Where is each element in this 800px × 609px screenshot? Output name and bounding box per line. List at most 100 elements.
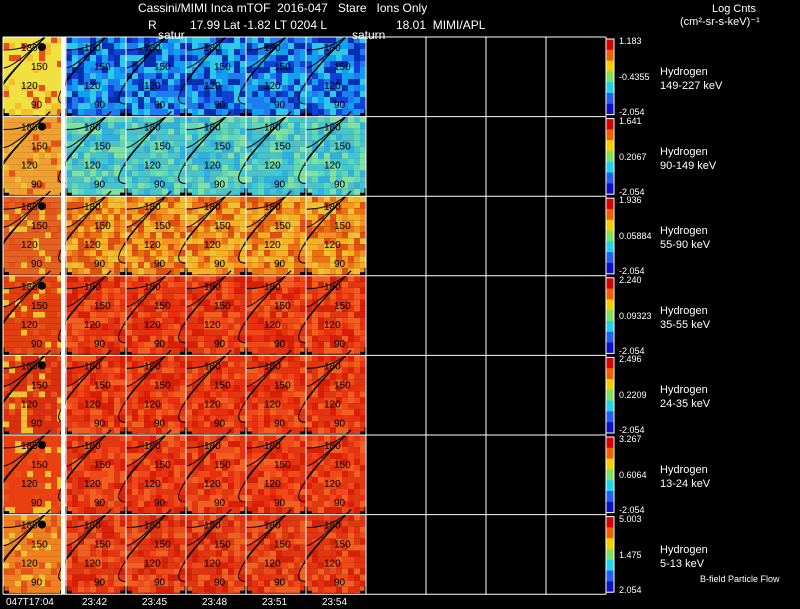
- colorbar-mid: 0.6064: [619, 470, 647, 480]
- svg-text:150: 150: [31, 221, 48, 232]
- colorbar-segment: [606, 480, 614, 492]
- svg-text:180: 180: [264, 361, 281, 372]
- saturn-marker: [38, 43, 46, 51]
- image-panel: 18015012090: [238, 509, 312, 599]
- image-panel: 18015012090: [238, 111, 312, 201]
- svg-text:180: 180: [21, 43, 38, 54]
- image-panel: 18015012090: [118, 190, 192, 280]
- colorbar-segment: [606, 140, 614, 152]
- time-tick: 23:45: [142, 597, 168, 608]
- image-panel: 18015012090: [118, 111, 192, 201]
- colorbar-segment: [606, 310, 614, 322]
- svg-text:120: 120: [84, 161, 101, 172]
- svg-text:180: 180: [21, 202, 38, 213]
- colorbar-segment: [606, 288, 614, 300]
- colorbar-segment: [606, 379, 614, 391]
- image-panel: 18015012090: [58, 111, 132, 201]
- svg-text:120: 120: [324, 81, 341, 92]
- image-panel: 18015012090: [58, 31, 132, 121]
- svg-text:120: 120: [21, 161, 38, 172]
- colorbar-segment: [606, 172, 614, 184]
- image-panel: 18015012090: [178, 111, 252, 201]
- colorbar-segment: [606, 331, 614, 344]
- colorbar-segment: [606, 422, 614, 434]
- svg-text:120: 120: [204, 240, 221, 251]
- time-tick: 23:48: [202, 597, 228, 608]
- colorbar-segment: [606, 549, 614, 561]
- svg-text:90: 90: [94, 498, 106, 509]
- svg-text:180: 180: [21, 123, 38, 134]
- svg-text:180: 180: [204, 123, 221, 134]
- colorbar-max: 2.496: [619, 354, 642, 365]
- svg-text:90: 90: [31, 418, 43, 429]
- svg-text:180: 180: [204, 361, 221, 372]
- colorbar-segment: [606, 411, 614, 423]
- svg-text:120: 120: [324, 399, 341, 410]
- svg-text:180: 180: [204, 282, 221, 293]
- species-label: Hydrogen: [660, 66, 708, 78]
- colorbar-segment: [606, 400, 614, 412]
- colorbar-segment: [606, 342, 614, 354]
- colorbar-segment: [606, 93, 614, 105]
- image-panel: 18015012090: [178, 350, 252, 439]
- colorbar-segment: [606, 570, 614, 582]
- colorbar-max: 1.936: [619, 195, 642, 206]
- image-panel: 18015012090: [238, 350, 312, 439]
- svg-text:120: 120: [21, 320, 38, 331]
- colorbar-segment: [606, 39, 614, 51]
- saturn-marker: [38, 441, 46, 449]
- svg-text:90: 90: [31, 339, 43, 350]
- svg-text:180: 180: [264, 282, 281, 293]
- svg-text:120: 120: [144, 161, 161, 172]
- svg-text:90: 90: [94, 339, 106, 350]
- colorbar-max: 5.003: [619, 513, 642, 524]
- svg-text:180: 180: [144, 43, 161, 54]
- svg-text:180: 180: [21, 441, 38, 452]
- plot-title: Cassini/MIMI Inca mTOF 2016-047 Stare Io…: [138, 1, 428, 15]
- energy-label: 35-55 keV: [660, 318, 711, 331]
- svg-text:120: 120: [84, 81, 101, 92]
- energy-label: 24-35 keV: [660, 398, 711, 411]
- image-panel: 18015012090: [298, 111, 372, 201]
- svg-text:120: 120: [204, 81, 221, 92]
- svg-text:90: 90: [94, 418, 106, 429]
- svg-text:90: 90: [31, 180, 43, 191]
- svg-text:90: 90: [334, 100, 346, 111]
- svg-text:120: 120: [21, 479, 38, 490]
- colorbar-segment: [606, 151, 614, 163]
- colorbar-segment: [606, 559, 614, 572]
- svg-text:120: 120: [21, 240, 38, 251]
- svg-text:120: 120: [204, 161, 221, 172]
- image-panel: 18015012090: [298, 31, 372, 121]
- colorbar-mid: 0.05884: [619, 231, 652, 242]
- svg-text:180: 180: [84, 43, 101, 54]
- svg-text:90: 90: [214, 259, 226, 270]
- colorbar-mid: 0.09323: [619, 310, 652, 321]
- svg-text:120: 120: [264, 399, 281, 410]
- colorbar-segment: [606, 516, 614, 528]
- svg-text:150: 150: [154, 380, 171, 391]
- species-label: Hydrogen: [660, 384, 708, 397]
- svg-text:120: 120: [84, 240, 101, 251]
- svg-text:90: 90: [274, 339, 286, 350]
- energy-label: 55-90 keV: [660, 239, 711, 252]
- svg-text:90: 90: [154, 259, 166, 270]
- svg-text:150: 150: [274, 380, 291, 391]
- svg-text:90: 90: [274, 259, 286, 270]
- colorbar-segment: [606, 321, 614, 333]
- svg-text:150: 150: [154, 62, 171, 73]
- l-value: 18.01 MIMI/APL: [396, 18, 486, 32]
- saturn-marker: [38, 122, 46, 131]
- svg-text:90: 90: [214, 418, 226, 429]
- panel-separator: [61, 37, 65, 595]
- svg-text:120: 120: [144, 81, 161, 92]
- svg-text:150: 150: [154, 221, 171, 232]
- svg-text:90: 90: [334, 339, 346, 350]
- svg-text:180: 180: [21, 361, 38, 372]
- image-panel: 18015012090: [298, 270, 372, 360]
- image-panel: 18015012090: [118, 270, 192, 360]
- colorbar-segment: [606, 161, 614, 174]
- svg-text:150: 150: [31, 460, 48, 471]
- svg-text:180: 180: [324, 123, 341, 134]
- svg-text:90: 90: [31, 100, 43, 111]
